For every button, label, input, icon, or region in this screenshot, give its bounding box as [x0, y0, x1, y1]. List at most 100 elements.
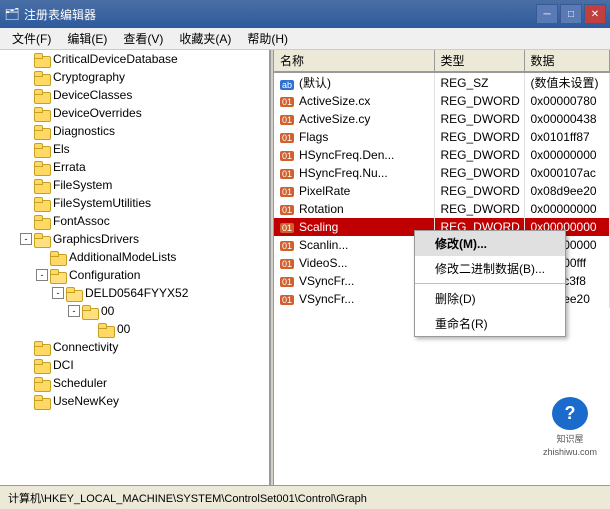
- reg-type: REG_DWORD: [434, 182, 524, 200]
- tree-item[interactable]: Diagnostics: [0, 122, 269, 140]
- table-row[interactable]: RotationREG_DWORD0x00000000: [274, 200, 610, 218]
- tree-item[interactable]: Els: [0, 140, 269, 158]
- reg-name: VSyncFr...: [274, 290, 434, 308]
- tree-item[interactable]: - 00: [0, 302, 269, 320]
- menu-file[interactable]: 文件(F): [4, 28, 59, 49]
- reg-type-icon: [280, 274, 296, 288]
- reg-type-icon: [280, 220, 296, 234]
- table-row[interactable]: HSyncFreq.Den...REG_DWORD0x00000000: [274, 146, 610, 164]
- tree-item[interactable]: -Configuration: [0, 266, 269, 284]
- menu-help[interactable]: 帮助(H): [239, 28, 296, 49]
- table-row[interactable]: ActiveSize.cxREG_DWORD0x00000780: [274, 92, 610, 110]
- context-menu-item[interactable]: 修改二进制数据(B)...: [415, 256, 565, 281]
- folder-icon: [34, 232, 50, 246]
- reg-name: ActiveSize.cx: [274, 92, 434, 110]
- reg-name: Scaling: [274, 218, 434, 236]
- reg-type-icon: [280, 184, 296, 198]
- folder-icon: [34, 160, 50, 174]
- tree-item[interactable]: FileSystemUtilities: [0, 194, 269, 212]
- tree-item-label: Els: [53, 142, 70, 156]
- tree-item[interactable]: DeviceClasses: [0, 86, 269, 104]
- context-menu: 修改(M)...修改二进制数据(B)... 删除(D)重命名(R): [414, 230, 566, 337]
- tree-item[interactable]: FontAssoc: [0, 212, 269, 230]
- tree-item[interactable]: - DELD0564FYYX52: [0, 284, 269, 302]
- reg-type-icon: [280, 202, 296, 216]
- reg-type-icon: [280, 130, 296, 144]
- table-row[interactable]: (默认)REG_SZ(数值未设置): [274, 72, 610, 92]
- tree-item[interactable]: DeviceOverrides: [0, 104, 269, 122]
- reg-type: REG_DWORD: [434, 110, 524, 128]
- menu-view[interactable]: 查看(V): [115, 28, 171, 49]
- context-menu-item[interactable]: 修改(M)...: [415, 231, 565, 256]
- tree-item[interactable]: - GraphicsDrivers: [0, 230, 269, 248]
- context-menu-item[interactable]: 删除(D): [415, 286, 565, 311]
- tree-item[interactable]: DCI: [0, 356, 269, 374]
- reg-name: HSyncFreq.Den...: [274, 146, 434, 164]
- reg-data: 0x000107ac: [524, 164, 610, 182]
- minimize-button[interactable]: ─: [536, 4, 558, 24]
- reg-name: PixelRate: [274, 182, 434, 200]
- tree-pane[interactable]: CriticalDeviceDatabase Cryptography Device…: [0, 50, 270, 485]
- tree-item-label: GraphicsDrivers: [53, 232, 139, 246]
- tree-item[interactable]: FileSystem: [0, 176, 269, 194]
- tree-item[interactable]: AdditionalModeLists: [0, 248, 269, 266]
- tree-item[interactable]: Connectivity: [0, 338, 269, 356]
- menu-edit[interactable]: 编辑(E): [59, 28, 115, 49]
- tree-toggle[interactable]: -: [36, 269, 48, 281]
- menu-bar: 文件(F) 编辑(E) 查看(V) 收藏夹(A) 帮助(H): [0, 28, 610, 50]
- context-menu-item[interactable]: 重命名(R): [415, 311, 565, 336]
- reg-type-icon: [280, 94, 296, 108]
- reg-data: 0x00000780: [524, 92, 610, 110]
- folder-icon: [34, 142, 50, 156]
- tree-item-label: AdditionalModeLists: [69, 250, 176, 264]
- tree-toggle[interactable]: -: [68, 305, 80, 317]
- tree-item-label: Cryptography: [53, 70, 125, 84]
- folder-icon: [34, 214, 50, 228]
- close-button[interactable]: ✕: [584, 4, 606, 24]
- table-row[interactable]: FlagsREG_DWORD0x0101ff87: [274, 128, 610, 146]
- reg-type: REG_DWORD: [434, 164, 524, 182]
- folder-icon: [34, 376, 50, 390]
- reg-name: VideoS...: [274, 254, 434, 272]
- reg-name: Scanlin...: [274, 236, 434, 254]
- tree-item[interactable]: 00: [0, 320, 269, 338]
- tree-item-label: Errata: [53, 160, 86, 174]
- reg-name: Rotation: [274, 200, 434, 218]
- table-row[interactable]: HSyncFreq.Nu...REG_DWORD0x000107ac: [274, 164, 610, 182]
- tree-toggle[interactable]: -: [20, 233, 32, 245]
- reg-type: REG_DWORD: [434, 200, 524, 218]
- table-row[interactable]: PixelRateREG_DWORD0x08d9ee20: [274, 182, 610, 200]
- watermark-text2: zhishiwu.com: [543, 447, 597, 457]
- folder-icon: [34, 340, 50, 354]
- reg-type-icon: [280, 166, 296, 180]
- tree-item[interactable]: Errata: [0, 158, 269, 176]
- app-icon: 🗂: [4, 6, 20, 22]
- reg-name: HSyncFreq.Nu...: [274, 164, 434, 182]
- col-data: 数据: [524, 50, 610, 72]
- tree-item-label: DELD0564FYYX52: [85, 286, 188, 300]
- table-row[interactable]: ActiveSize.cyREG_DWORD0x00000438: [274, 110, 610, 128]
- folder-icon: [34, 70, 50, 84]
- title-text: 注册表编辑器: [24, 6, 536, 23]
- reg-data: 0x00000000: [524, 200, 610, 218]
- title-bar: 🗂 注册表编辑器 ─ □ ✕: [0, 0, 610, 28]
- tree-toggle[interactable]: -: [52, 287, 64, 299]
- tree-item[interactable]: UseNewKey: [0, 392, 269, 410]
- tree-item-label: FileSystemUtilities: [53, 196, 151, 210]
- watermark-text1: 知识屋: [556, 432, 583, 445]
- status-bar: 计算机\HKEY_LOCAL_MACHINE\SYSTEM\ControlSet…: [0, 485, 610, 509]
- tree-item[interactable]: Scheduler: [0, 374, 269, 392]
- reg-data: 0x0101ff87: [524, 128, 610, 146]
- menu-favorites[interactable]: 收藏夹(A): [171, 28, 239, 49]
- tree-item-label: FileSystem: [53, 178, 112, 192]
- tree-item-label: 00: [101, 304, 114, 318]
- folder-icon: [34, 52, 50, 66]
- folder-icon: [34, 394, 50, 408]
- tree-item[interactable]: Cryptography: [0, 68, 269, 86]
- reg-type-icon: [280, 256, 296, 270]
- tree-item[interactable]: CriticalDeviceDatabase: [0, 50, 269, 68]
- folder-icon: [50, 268, 66, 282]
- folder-icon: [66, 286, 82, 300]
- maximize-button[interactable]: □: [560, 4, 582, 24]
- tree-item-label: DCI: [53, 358, 74, 372]
